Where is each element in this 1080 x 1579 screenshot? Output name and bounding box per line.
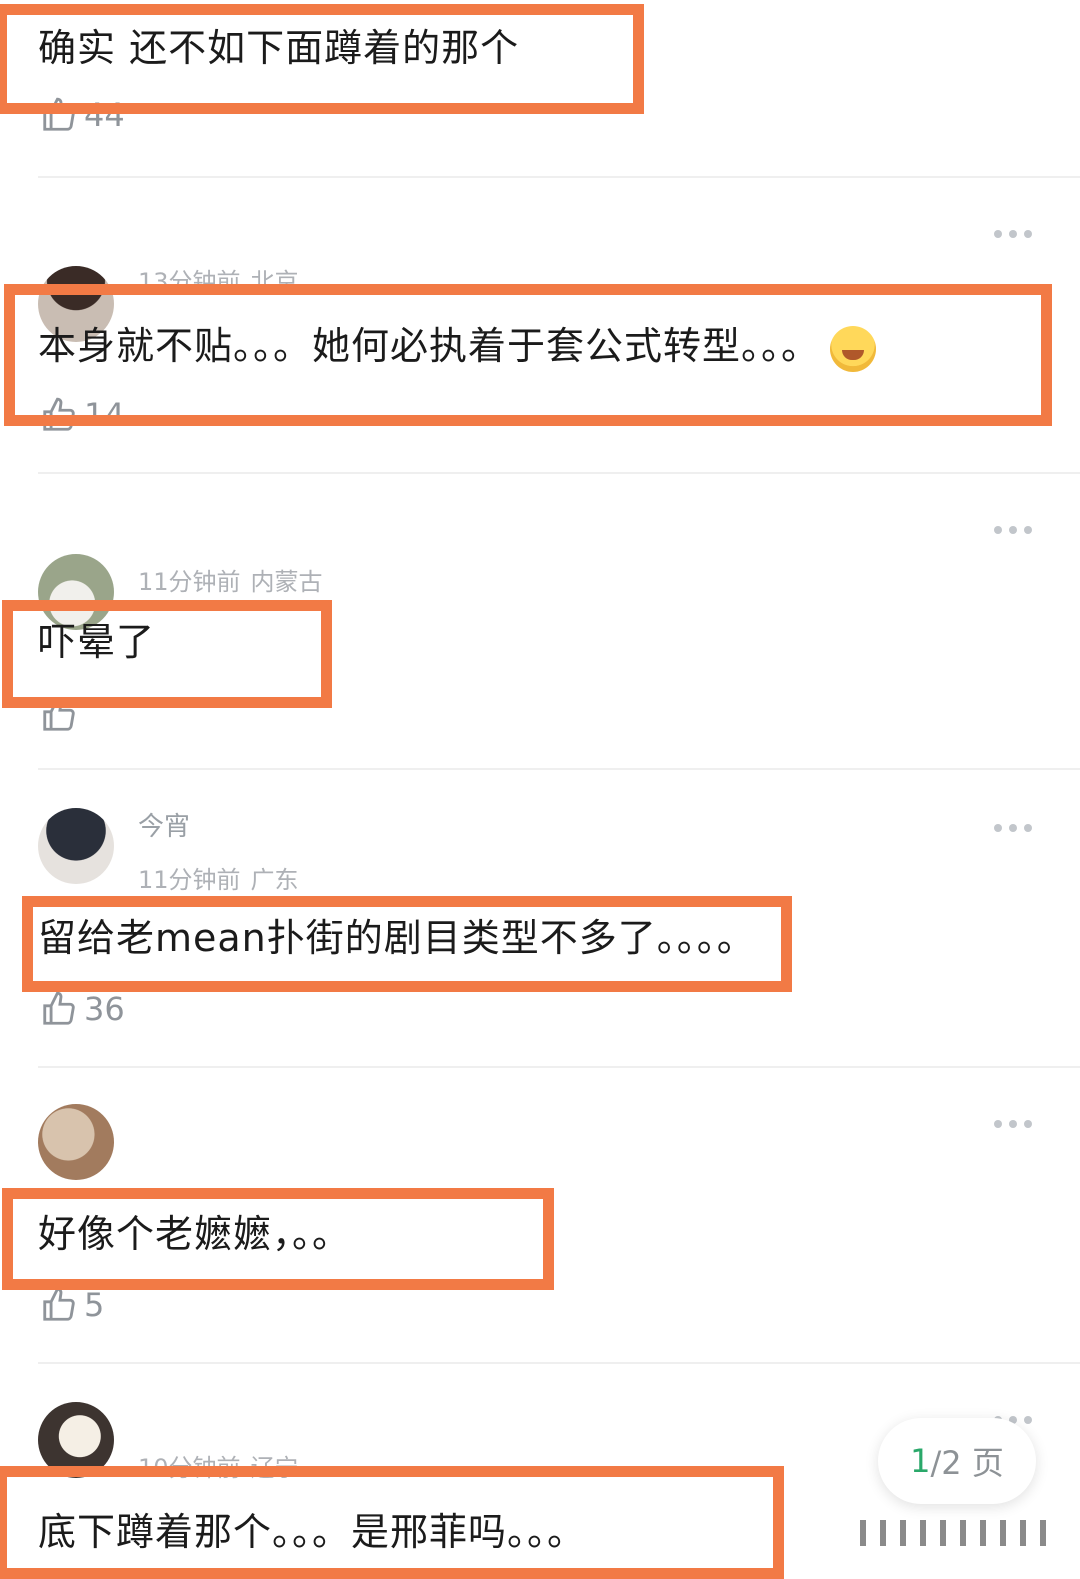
divider [38, 472, 1080, 474]
like-button[interactable]: 44 [40, 96, 125, 134]
comment-text: 底下蹲着那个。。。是邢菲吗。。。 [38, 1510, 587, 1554]
comment-time: 11分钟前 [138, 866, 241, 894]
comment-text-content: 本身就不贴。。。她何必执着于套公式转型。。。 [38, 324, 821, 368]
like-count: 5 [84, 1286, 105, 1324]
more-icon[interactable] [994, 1118, 1032, 1130]
like-button[interactable] [40, 696, 84, 734]
comment-text: 本身就不贴。。。她何必执着于套公式转型。。。 [38, 322, 877, 372]
like-button[interactable]: 14 [40, 396, 125, 434]
like-button[interactable]: 5 [40, 1286, 104, 1324]
thumbs-up-icon [43, 697, 75, 731]
comment-meta: 11分钟前 广东 [138, 860, 299, 895]
thumbs-up-icon [43, 991, 75, 1025]
comment-location: 辽宁 [250, 1454, 299, 1482]
comment-meta: 11分钟前 内蒙古 [138, 562, 323, 597]
like-button[interactable]: 36 [40, 990, 125, 1028]
more-icon[interactable] [994, 822, 1032, 834]
page-rest: /2 页 [930, 1444, 1004, 1482]
comment-time: 10分钟前 [138, 1454, 241, 1482]
page-current: 1 [910, 1442, 931, 1480]
comment-text: 吓晕了 [38, 620, 156, 664]
more-icon[interactable] [994, 228, 1032, 240]
page-indicator[interactable]: 1/2 页 [878, 1418, 1036, 1504]
divider [38, 768, 1080, 770]
comment-text: 留给老mean扑街的剧目类型不多了。。。。 [38, 916, 756, 960]
comment-time: 11分钟前 [138, 568, 241, 596]
comment-location: 广东 [250, 866, 299, 894]
divider [38, 176, 1080, 178]
avatar[interactable] [38, 1104, 114, 1180]
divider [38, 1362, 1080, 1364]
comment-time: 13分钟前 [138, 268, 241, 296]
like-count: 36 [84, 990, 125, 1028]
divider [38, 1066, 1080, 1068]
avatar[interactable] [38, 808, 114, 884]
thumbs-up-icon [43, 397, 75, 431]
more-icon[interactable] [994, 524, 1032, 536]
username[interactable]: 今宵 [138, 806, 190, 843]
avatar[interactable] [38, 1402, 114, 1478]
like-count: 44 [84, 96, 125, 134]
thumbs-up-icon [43, 97, 75, 131]
comment-location: 内蒙古 [250, 568, 323, 596]
like-count: 14 [84, 396, 125, 434]
comment-meta [138, 1158, 148, 1186]
comment-meta: 13分钟前 北京 [138, 262, 299, 297]
laughing-tears-emoji-icon [830, 325, 877, 372]
comment-meta: 10分钟前 辽宁 [138, 1448, 299, 1483]
comment-text: 确实 还不如下面蹲着的那个 [38, 26, 520, 70]
edge-artifact [860, 1520, 1046, 1546]
comment-text: 好像个老嬷嬷，。。 [38, 1212, 352, 1256]
thumbs-up-icon [43, 1287, 75, 1321]
comment-location: 北京 [250, 268, 299, 296]
